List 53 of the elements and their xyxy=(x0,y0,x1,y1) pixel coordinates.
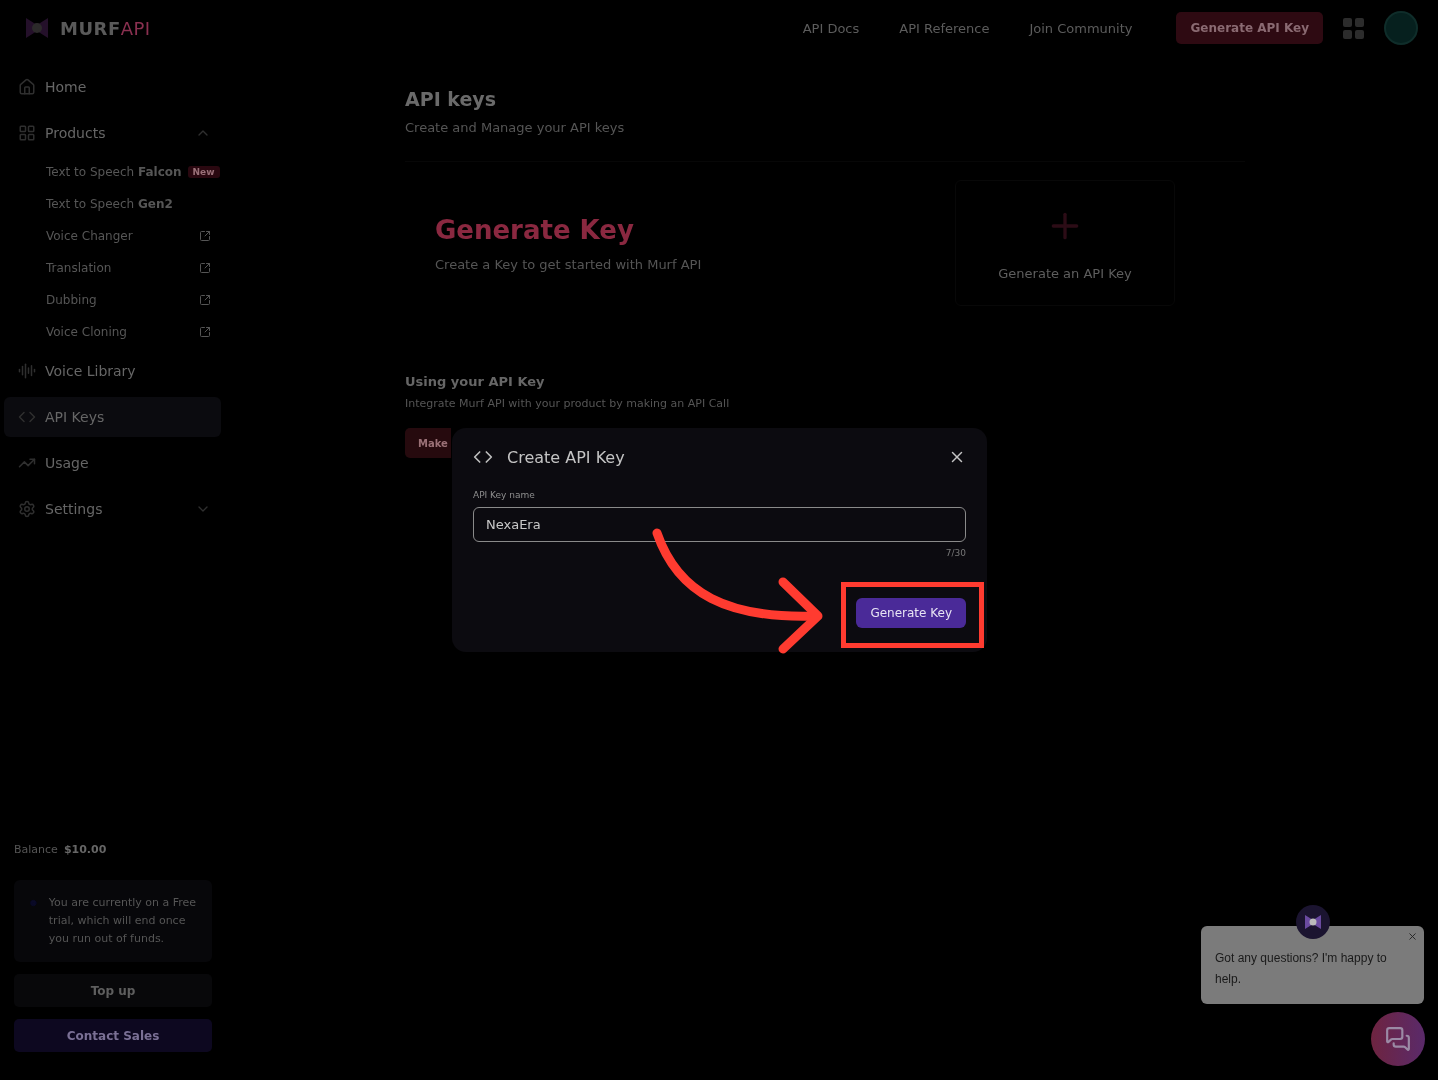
avatar[interactable] xyxy=(1384,11,1418,45)
chat-button[interactable] xyxy=(1371,1012,1425,1066)
page-title: API keys xyxy=(405,88,498,110)
api-key-name-field[interactable]: NexaEra xyxy=(473,507,966,542)
submenu-item[interactable]: Text to Speech Falcon New xyxy=(14,156,221,188)
logo-icon xyxy=(1303,912,1323,932)
submenu-label: Translation xyxy=(46,261,112,275)
balance-label: Balance xyxy=(14,843,58,856)
sound-wave-icon xyxy=(18,362,36,380)
grid-icon xyxy=(18,124,36,142)
new-badge: New xyxy=(187,166,220,178)
logo-icon xyxy=(24,15,50,41)
sidebar-item[interactable]: Usage xyxy=(14,443,221,483)
sidebar-item[interactable]: Home xyxy=(14,67,221,107)
chat-message: Got any questions? I'm happy to help. xyxy=(1215,950,1388,988)
submenu-item[interactable]: Voice Cloning xyxy=(14,316,221,348)
submenu-label: Text to Speech Falcon xyxy=(46,165,182,179)
modal-title: Create API Key xyxy=(507,447,626,467)
balance-value: $10.00 xyxy=(63,843,107,856)
make-api-call-button[interactable]: Make xyxy=(405,428,451,458)
hero-subtitle: Create a Key to get started with Murf API xyxy=(435,256,703,272)
submenu-label: Text to Speech Gen2 xyxy=(46,197,173,211)
hero-title: Generate Key xyxy=(435,214,635,245)
generate-api-key-button[interactable]: Generate API Key xyxy=(1176,12,1323,44)
sidebar-item[interactable]: Settings xyxy=(14,489,221,529)
submenu-item[interactable]: Dubbing xyxy=(14,284,221,316)
chat-icon xyxy=(1385,1026,1411,1052)
section-text: Integrate Murf API with your product by making an API Call xyxy=(405,397,731,410)
submenu-item[interactable]: Voice Changer xyxy=(14,220,221,252)
home-icon xyxy=(18,78,36,96)
nav-link[interactable]: API Reference xyxy=(899,20,990,36)
section-title: Using your API Key xyxy=(405,374,546,389)
sidebar-item[interactable]: Voice Library xyxy=(14,351,221,391)
top-up-button[interactable]: Top up xyxy=(14,974,212,1007)
submenu-item[interactable]: Text to Speech Gen2 xyxy=(14,188,221,220)
apps-grid-icon[interactable] xyxy=(1343,17,1364,39)
page-subtitle: Create and Manage your API keys xyxy=(405,120,626,135)
submenu-label: Dubbing xyxy=(46,293,97,307)
notice-text: You are currently on a Free trial, which will end once you run out of funds. xyxy=(48,895,198,947)
generate-api-key-card[interactable]: Generate an API Key xyxy=(955,180,1175,306)
logo-text: MURFAPI xyxy=(60,17,151,39)
sidebar-item[interactable]: API Keys xyxy=(4,397,221,437)
generate-key-button[interactable]: Generate Key xyxy=(856,598,966,628)
character-counter: 7/30 xyxy=(945,548,966,558)
sidebar-item[interactable]: Products xyxy=(14,113,221,153)
nav-link[interactable]: Join Community xyxy=(1029,20,1133,36)
settings-icon xyxy=(18,500,36,518)
contact-sales-button[interactable]: Contact Sales xyxy=(14,1019,212,1052)
submenu-label: Voice Changer xyxy=(46,229,133,243)
field-label: API Key name xyxy=(473,490,536,500)
submenu-label: Voice Cloning xyxy=(46,325,127,339)
nav-link[interactable]: API Docs xyxy=(802,20,860,36)
submenu-item[interactable]: Translation xyxy=(14,252,221,284)
